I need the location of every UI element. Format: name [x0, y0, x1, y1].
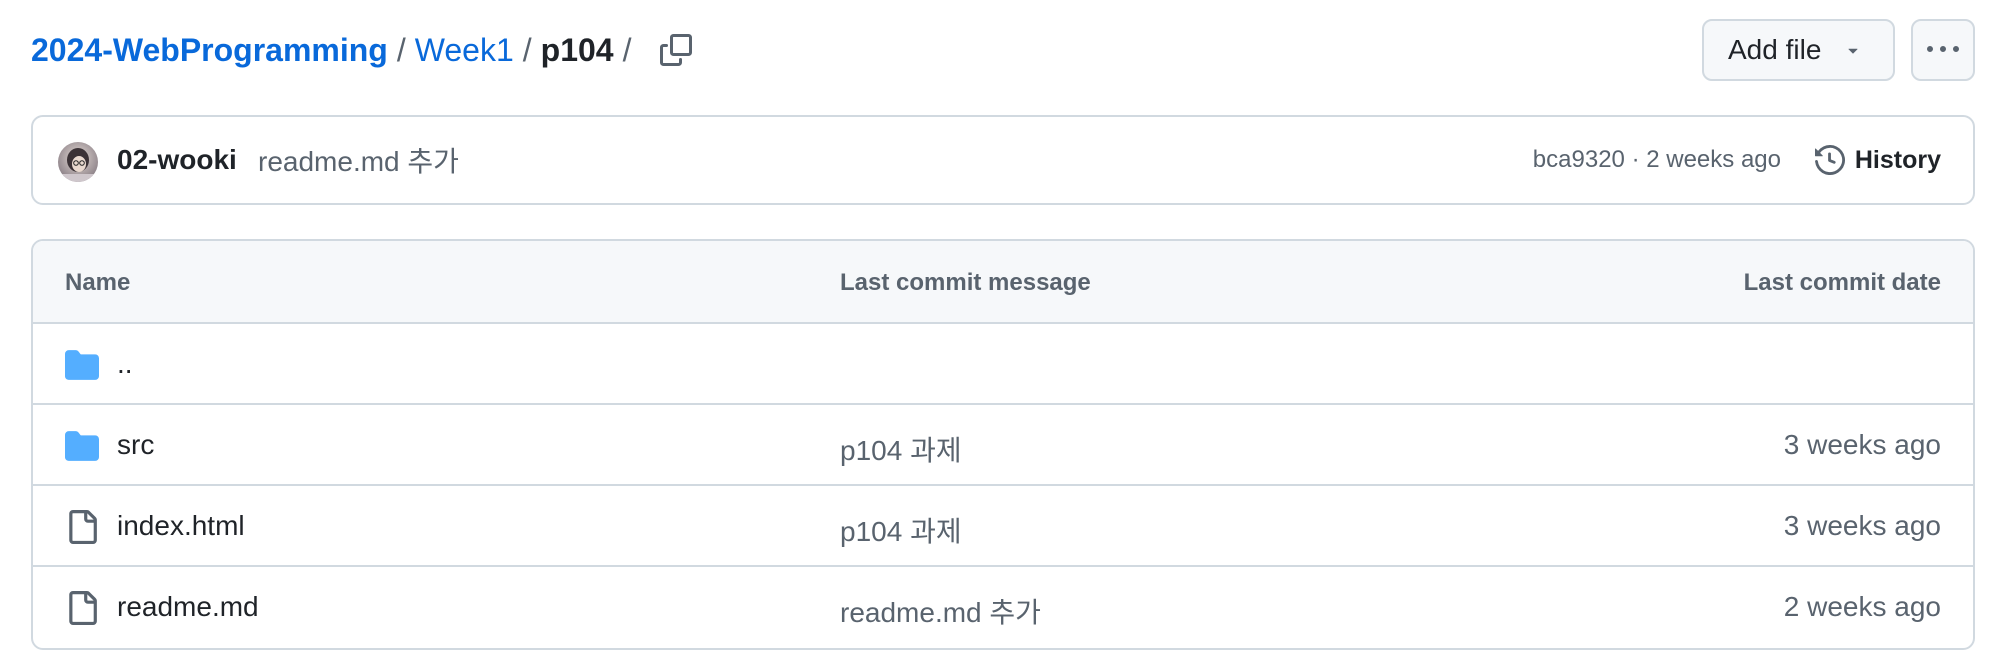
- commit-author-link[interactable]: 02-wooki: [117, 144, 237, 176]
- table-row: index.html p104 과제 3 weeks ago: [33, 486, 1973, 567]
- file-commit-message-link[interactable]: p104 과제: [840, 510, 962, 550]
- commit-sha-link[interactable]: bca9320: [1533, 146, 1625, 173]
- table-row: readme.md readme.md 추가 2 weeks ago: [33, 567, 1973, 648]
- breadcrumb-separator: /: [522, 32, 532, 68]
- repo-directory-page: 2024-WebProgramming / Week1 / p104 / Add…: [0, 0, 2000, 668]
- kebab-horizontal-icon: [1927, 46, 1959, 52]
- avatar[interactable]: [58, 142, 98, 182]
- breadcrumb-current: p104: [540, 32, 614, 68]
- file-commit-message-link[interactable]: readme.md 추가: [840, 591, 1041, 631]
- file-commit-date: 3 weeks ago: [1783, 429, 1941, 460]
- file-commit-message-link[interactable]: p104 과제: [840, 429, 962, 469]
- table-row[interactable]: ..: [33, 324, 1973, 405]
- breadcrumb-repo-link[interactable]: 2024-WebProgramming: [31, 30, 388, 70]
- header-last-commit-message: Last commit message: [840, 269, 1091, 296]
- file-name-link[interactable]: ..: [117, 348, 133, 380]
- copy-icon: [660, 34, 693, 66]
- caret-down-icon: [1848, 48, 1858, 54]
- commit-meta-dot: ·: [1631, 146, 1640, 173]
- table-row: src p104 과제 3 weeks ago: [33, 405, 1973, 486]
- more-options-button[interactable]: [1911, 19, 1975, 81]
- header-name: Name: [65, 269, 131, 296]
- history-icon: [1814, 145, 1845, 175]
- commit-message-link[interactable]: readme.md 추가: [258, 140, 459, 180]
- commit-meta: bca9320 · 2 weeks ago: [1533, 146, 1781, 174]
- breadcrumb-separator: /: [622, 32, 632, 68]
- file-commit-date: 3 weeks ago: [1783, 510, 1941, 541]
- file-icon: [69, 591, 97, 625]
- commit-time[interactable]: 2 weeks ago: [1646, 146, 1781, 173]
- copy-path-button[interactable]: [656, 30, 696, 70]
- file-table: Name Last commit message Last commit dat…: [31, 239, 1975, 650]
- file-name-link[interactable]: readme.md: [117, 591, 259, 623]
- breadcrumb-folder-link[interactable]: Week1: [415, 30, 514, 70]
- add-file-label: Add file: [1728, 34, 1822, 65]
- file-icon: [69, 510, 97, 544]
- breadcrumb: 2024-WebProgramming / Week1 / p104 /: [31, 30, 696, 70]
- add-file-button[interactable]: Add file: [1702, 19, 1895, 81]
- avatar-image: [58, 142, 98, 182]
- latest-commit-bar: 02-wooki readme.md 추가 bca9320 · 2 weeks …: [31, 115, 1975, 205]
- history-label: History: [1854, 145, 1941, 174]
- header-last-commit-date: Last commit date: [1743, 269, 1941, 296]
- file-name-link[interactable]: src: [117, 429, 154, 461]
- folder-icon: [65, 431, 99, 461]
- folder-icon: [65, 350, 99, 380]
- history-button[interactable]: History: [1814, 145, 1941, 175]
- breadcrumb-separator: /: [396, 32, 406, 68]
- table-header: Name Last commit message Last commit dat…: [33, 241, 1973, 324]
- file-name-link[interactable]: index.html: [117, 510, 245, 542]
- file-commit-date: 2 weeks ago: [1783, 591, 1941, 622]
